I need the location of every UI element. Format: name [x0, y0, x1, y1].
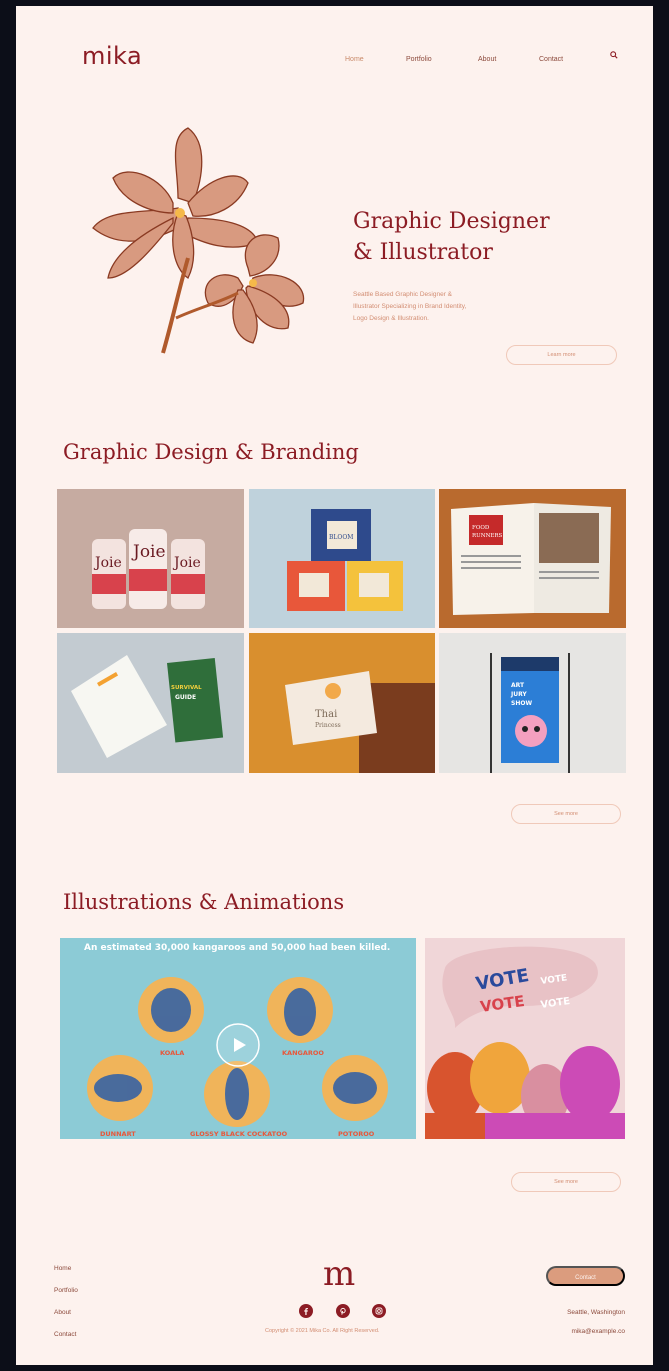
svg-text:ART: ART: [511, 682, 525, 689]
svg-text:KANGAROO: KANGAROO: [282, 1049, 324, 1057]
instagram-icon[interactable]: [372, 1304, 386, 1318]
footer-link-contact[interactable]: Contact: [54, 1331, 76, 1338]
art-jury-show-poster-image: ART JURY SHOW: [439, 633, 626, 773]
thai-princess-image: Thai Princess: [249, 633, 435, 773]
svg-text:SURVIVAL: SURVIVAL: [171, 685, 202, 691]
svg-text:An estimated 30,000 kangaroos: An estimated 30,000 kangaroos and 50,000…: [84, 943, 390, 953]
svg-text:SHOW: SHOW: [511, 700, 532, 707]
bloom-boxes-image: BLOOM: [249, 489, 435, 628]
portfolio-tile-survival-guide[interactable]: SURVIVAL GUIDE: [57, 633, 244, 773]
nav-portfolio[interactable]: Portfolio: [406, 56, 432, 63]
illustration-see-more-button[interactable]: See more: [511, 1172, 621, 1192]
footer-logo-mark: m: [323, 1254, 356, 1294]
hero-subtitle-line-3: Logo Design & Illustration.: [353, 315, 429, 322]
site-logo[interactable]: mika: [82, 42, 142, 70]
nav-home[interactable]: Home: [345, 56, 364, 63]
animation-video-tile[interactable]: An estimated 30,000 kangaroos and 50,000…: [60, 938, 416, 1139]
portfolio-tile-food-runners[interactable]: FOOD RUNNERS: [439, 489, 626, 628]
portfolio-tile-joie[interactable]: Joie Joie Joie: [57, 489, 244, 628]
footer-contact-button[interactable]: Contact: [546, 1266, 625, 1286]
svg-text:Joie: Joie: [131, 542, 166, 562]
learn-more-button[interactable]: Learn more: [506, 345, 617, 365]
joie-cans-image: Joie Joie Joie: [57, 489, 244, 628]
portfolio-tile-bloom[interactable]: BLOOM: [249, 489, 435, 628]
facebook-icon[interactable]: [299, 1304, 313, 1318]
svg-text:KOALA: KOALA: [160, 1049, 184, 1057]
svg-text:DUNNART: DUNNART: [100, 1130, 136, 1138]
svg-text:GUIDE: GUIDE: [175, 694, 196, 701]
footer-link-about[interactable]: About: [54, 1309, 71, 1316]
illustration-section-title: Illustrations & Animations: [63, 890, 345, 914]
search-icon[interactable]: [610, 51, 618, 59]
footer-location: Seattle, Washington: [567, 1309, 625, 1316]
svg-text:Joie: Joie: [93, 555, 122, 571]
portfolio-tile-thai-princess[interactable]: Thai Princess: [249, 633, 435, 773]
graphic-section-title: Graphic Design & Branding: [63, 440, 359, 464]
svg-text:BLOOM: BLOOM: [329, 534, 353, 541]
hero-title-line-1: Graphic Designer: [353, 209, 550, 234]
hero-subtitle: Seattle Based Graphic Designer & Illustr…: [353, 289, 533, 325]
svg-text:RUNNERS: RUNNERS: [472, 533, 503, 539]
footer-email[interactable]: mika@example.co: [571, 1328, 625, 1335]
play-icon[interactable]: [215, 1022, 261, 1068]
svg-text:Joie: Joie: [172, 555, 201, 571]
svg-text:Thai: Thai: [315, 709, 337, 720]
hero-subtitle-line-1: Seattle Based Graphic Designer &: [353, 291, 452, 298]
svg-text:POTOROO: POTOROO: [338, 1130, 375, 1138]
nav-about[interactable]: About: [478, 56, 496, 63]
graphic-see-more-button[interactable]: See more: [511, 804, 621, 824]
footer-link-home[interactable]: Home: [54, 1265, 71, 1272]
footer-link-portfolio[interactable]: Portfolio: [54, 1287, 78, 1294]
hero-flower-illustration: [92, 127, 305, 354]
pinterest-icon[interactable]: [336, 1304, 350, 1318]
svg-text:GLOSSY BLACK COCKATOO: GLOSSY BLACK COCKATOO: [190, 1130, 288, 1138]
svg-text:Princess: Princess: [315, 722, 341, 729]
vote-dogs-image: VOTE VOTE VOTE VOTE: [425, 938, 625, 1139]
hero-title-line-2: & Illustrator: [353, 240, 493, 265]
svg-text:JURY: JURY: [510, 691, 527, 698]
hero-title: Graphic Designer & Illustrator: [353, 206, 550, 268]
food-runners-magazine-image: FOOD RUNNERS: [439, 489, 626, 628]
copyright-text: Copyright © 2021 Mika Co. All Right Rese…: [265, 1328, 380, 1334]
vote-illustration-tile[interactable]: VOTE VOTE VOTE VOTE: [425, 938, 625, 1139]
nav-contact[interactable]: Contact: [539, 56, 563, 63]
hero-subtitle-line-2: Illustrator Specializing in Brand Identi…: [353, 303, 467, 310]
survival-guide-image: SURVIVAL GUIDE: [57, 633, 244, 773]
page: mika Home Portfolio About Contact Graphi…: [16, 6, 653, 1365]
svg-text:FOOD: FOOD: [472, 525, 490, 531]
portfolio-tile-art-jury-show[interactable]: ART JURY SHOW: [439, 633, 626, 773]
